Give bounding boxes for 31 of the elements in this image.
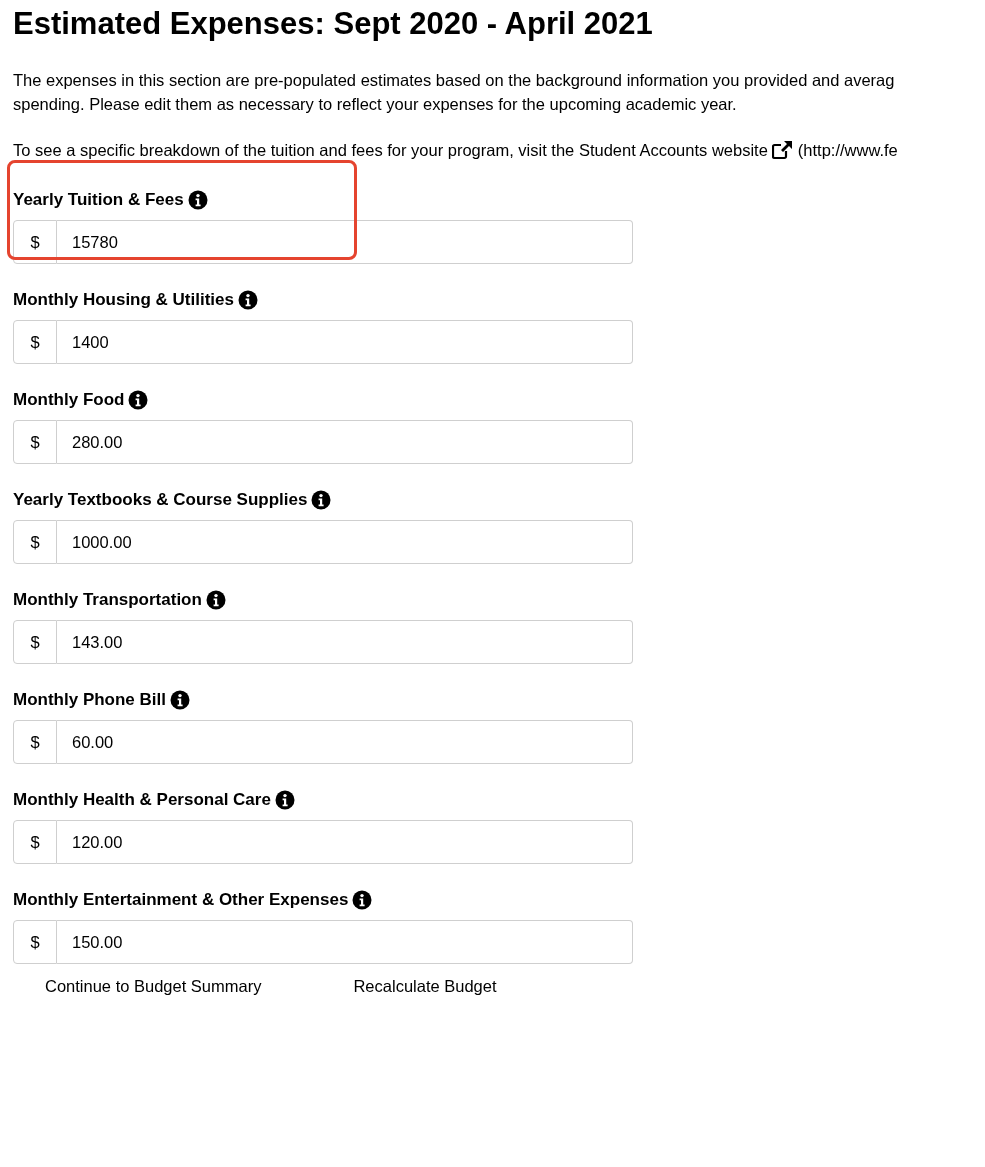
info-icon[interactable] xyxy=(128,390,149,410)
info-icon[interactable] xyxy=(352,890,373,910)
field-label: Monthly Phone Bill xyxy=(13,689,166,712)
field-label: Monthly Housing & Utilities xyxy=(13,289,234,312)
info-icon[interactable] xyxy=(170,690,190,710)
external-link-icon xyxy=(771,140,794,160)
amount-field[interactable]: 60.00 xyxy=(57,720,633,764)
page-title: Estimated Expenses: Sept 2020 - April 2021 xyxy=(13,5,654,43)
field-label: Monthly Health & Personal Care xyxy=(13,789,271,812)
amount-field[interactable]: 143.00 xyxy=(57,620,633,664)
field-label: Yearly Textbooks & Course Supplies xyxy=(13,489,308,512)
field-label: Monthly Transportation xyxy=(13,589,202,612)
student-accounts-link[interactable]: (http://www.fe xyxy=(797,138,898,162)
info-icon[interactable] xyxy=(187,190,208,210)
tuition-note: To see a specific breakdown of the tuition and fees for your program, visit the Student Accounts website xyxy=(13,140,768,161)
amount-field[interactable]: 1400 xyxy=(57,320,633,364)
info-icon[interactable] xyxy=(238,290,258,310)
info-icon[interactable] xyxy=(311,490,332,510)
form-button[interactable]: Continue to Budget Summary xyxy=(45,974,262,999)
field-label: Monthly Food xyxy=(13,389,125,412)
amount-field[interactable]: 1000.00 xyxy=(57,520,633,564)
amount-field[interactable]: 120.00 xyxy=(57,820,633,864)
info-icon[interactable] xyxy=(274,790,295,810)
form-button[interactable]: Recalculate Budget xyxy=(353,974,497,999)
field-label: Monthly Entertainment & Other Expenses xyxy=(13,889,349,912)
amount-field[interactable]: 150.00 xyxy=(57,920,633,964)
amount-field[interactable]: 15780 xyxy=(57,220,633,264)
amount-field[interactable]: 280.00 xyxy=(57,420,633,464)
intro-paragraph: The expenses in this section are pre-populated estimates based on the background information you provided and averag spending. Please edit them as necessary to reflect your expenses for the upcoming academic year. xyxy=(13,70,896,115)
field-label: Yearly Tuition & Fees xyxy=(13,189,184,212)
info-icon[interactable] xyxy=(205,590,226,610)
